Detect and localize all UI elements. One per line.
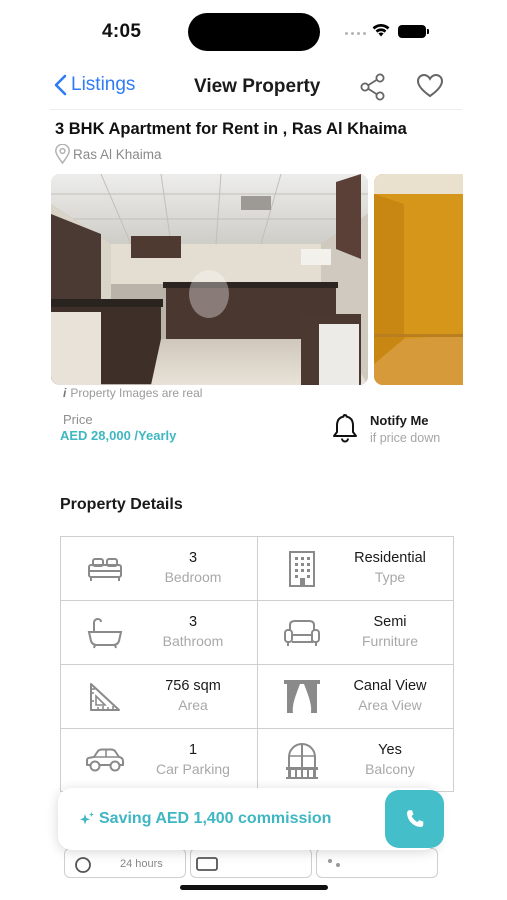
detail-label: Bedroom [164, 569, 222, 585]
detail-car-parking: 1 Car Parking [61, 729, 258, 791]
images-real-note-text: Property Images are real [70, 386, 203, 400]
feature-cards-row: 24 hours [64, 848, 444, 878]
percent-icon [328, 859, 340, 867]
dynamic-island [188, 13, 320, 51]
bathtub-icon [83, 615, 127, 651]
detail-value: 3 [188, 614, 198, 630]
property-location: Ras Al Khaima [54, 144, 162, 164]
notify-subtitle: if price down [370, 431, 441, 445]
detail-type: Residential Type [258, 537, 453, 601]
detail-bedroom: 3 Bedroom [61, 537, 258, 601]
property-details-heading: Property Details [60, 496, 183, 513]
image-gallery[interactable] [51, 174, 463, 386]
detail-label: Area [178, 697, 208, 713]
detail-label: Balcony [365, 761, 415, 777]
property-details-grid: 3 Bedroom Residential Type 3 Bathroom Se… [60, 536, 454, 792]
call-button[interactable] [385, 790, 444, 848]
feature-card[interactable]: 24 hours [64, 848, 186, 878]
notify-me-button[interactable]: Notify Me if price down [332, 411, 440, 445]
feature-card-label: 24 hours [120, 858, 163, 870]
battery-icon [398, 25, 429, 38]
location-pin-icon [55, 144, 70, 164]
info-icon: i [63, 386, 67, 400]
share-icon [360, 73, 385, 101]
cellular-signal-icon [345, 32, 366, 35]
card-icon [196, 857, 218, 871]
sparkle-icon [80, 812, 94, 825]
detail-value: Yes [378, 742, 402, 758]
property-image-room[interactable] [374, 174, 463, 385]
bed-icon [83, 551, 127, 587]
status-time: 4:05 [102, 21, 142, 42]
detail-label: Car Parking [156, 761, 230, 777]
clock-icon [75, 857, 91, 873]
detail-label: Bathroom [162, 633, 224, 649]
price-value: AED 28,000 /Yearly [60, 428, 177, 443]
detail-bathroom: 3 Bathroom [61, 601, 258, 665]
detail-value: Residential [354, 550, 426, 566]
page-title: View Property [194, 76, 321, 97]
notify-title: Notify Me [370, 413, 429, 428]
saving-commission-banner[interactable]: Saving AED 1,400 commission [58, 788, 438, 850]
heart-icon [416, 73, 444, 98]
images-real-note: i Property Images are real [63, 386, 202, 400]
detail-label: Area View [358, 697, 422, 713]
navigation-bar: Listings View Property [50, 64, 462, 110]
detail-area: 756 sqm Area [61, 665, 258, 729]
bell-icon [333, 414, 357, 443]
detail-value: Semi [373, 614, 407, 630]
window-curtains-icon [280, 679, 324, 715]
saving-text: Saving AED 1,400 commission [99, 810, 332, 827]
price-label: Price [63, 412, 93, 427]
wifi-icon [371, 22, 391, 43]
car-icon [83, 743, 127, 779]
feature-card[interactable] [316, 848, 438, 878]
status-bar: 4:05 [0, 0, 507, 62]
phone-icon [406, 810, 423, 827]
detail-value: 756 sqm [165, 678, 221, 694]
detail-balcony: Yes Balcony [258, 729, 453, 791]
location-label: Ras Al Khaima [73, 146, 162, 162]
back-button[interactable]: Listings [54, 74, 135, 96]
chevron-left-icon [54, 74, 67, 96]
area-ruler-icon [83, 679, 127, 715]
detail-value: Canal View [353, 678, 427, 694]
detail-value: 1 [188, 742, 198, 758]
detail-area-view: Canal View Area View [258, 665, 453, 729]
home-indicator [180, 885, 328, 890]
detail-furniture: Semi Furniture [258, 601, 453, 665]
building-icon [280, 551, 324, 587]
property-image-kitchen[interactable] [51, 174, 368, 385]
detail-label: Type [374, 569, 406, 585]
property-title: 3 BHK Apartment for Rent in , Ras Al Kha… [55, 120, 407, 138]
sofa-icon [280, 615, 324, 651]
favorite-button[interactable] [416, 73, 444, 104]
feature-card[interactable] [190, 848, 312, 878]
share-button[interactable] [359, 72, 387, 107]
detail-value: 3 [188, 550, 198, 566]
balcony-door-icon [280, 743, 324, 779]
back-label: Listings [71, 74, 136, 95]
detail-label: Furniture [361, 633, 419, 649]
